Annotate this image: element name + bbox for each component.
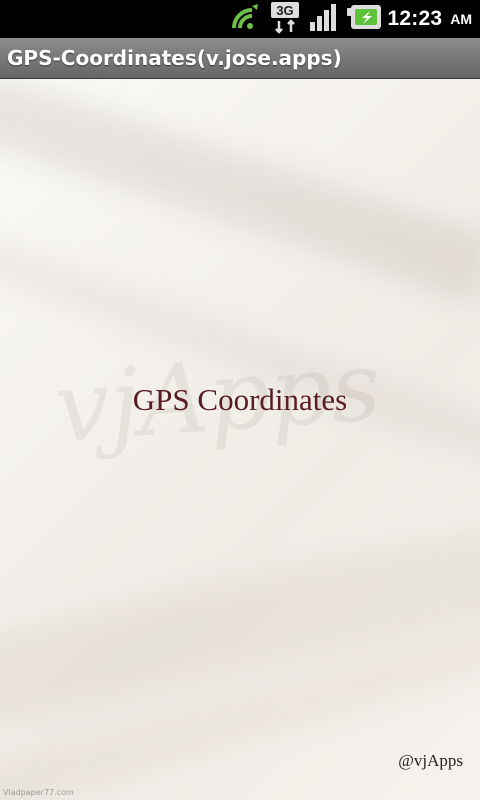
wallpaper-credit: Vladpaper77.com	[3, 788, 74, 797]
clock-time: 12:23	[387, 7, 443, 30]
clock-ampm: AM	[450, 11, 472, 27]
sync-icon	[230, 2, 264, 36]
app-name: GPS Coordinates	[132, 382, 348, 417]
svg-text:3G: 3G	[276, 3, 293, 18]
status-bar: 3G 12:23 AM	[0, 0, 480, 38]
splash-screen: vjApps GPS Coordinates @vjApps	[0, 79, 480, 800]
title-bar: GPS-Coordinates(v.jose.apps)	[0, 38, 480, 79]
signal-icon	[308, 2, 340, 36]
screen: 3G 12:23 AM GPS-Coordinates(v.jose.apps)…	[0, 0, 480, 800]
network-3g-icon: 3G	[270, 0, 302, 38]
battery-charging-icon	[346, 4, 382, 34]
window-title: GPS-Coordinates(v.jose.apps)	[7, 46, 342, 70]
brand-label: @vjApps	[398, 751, 463, 770]
